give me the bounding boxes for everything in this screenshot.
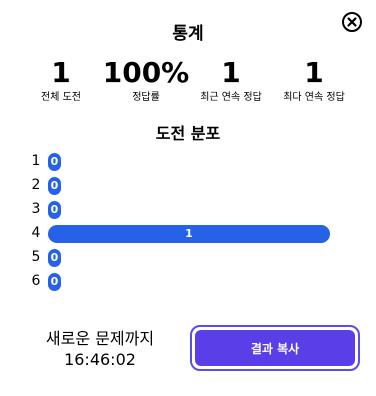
stat-value: 1 bbox=[221, 56, 241, 89]
stats-summary: 1 전체 도전 100% 정답률 1 최근 연속 정답 1 최다 연속 정답 bbox=[0, 57, 376, 117]
stat-current-streak: 1 최근 연속 정답 bbox=[186, 57, 276, 105]
distribution-row-label: 3 bbox=[31, 201, 41, 217]
distribution-bar: 0 bbox=[48, 153, 61, 171]
modal-title: 통계 bbox=[172, 24, 204, 44]
close-button[interactable] bbox=[341, 11, 363, 33]
distribution-row-label: 5 bbox=[31, 249, 41, 265]
distribution-row: 20 bbox=[0, 175, 376, 195]
stat-value: 1 bbox=[304, 56, 324, 89]
distribution-bar: 0 bbox=[48, 201, 61, 219]
stat-label: 정답률 bbox=[132, 92, 160, 103]
stat-label: 최다 연속 정답 bbox=[283, 92, 345, 103]
stat-win-rate: 100% 정답률 bbox=[101, 57, 191, 105]
stat-label: 전체 도전 bbox=[41, 92, 81, 103]
statistics-modal: 통계 1 전체 도전 100% 정답률 1 최근 연속 정답 1 최다 연속 정… bbox=[0, 0, 376, 396]
distribution-row-label: 6 bbox=[31, 273, 41, 289]
stat-max-streak: 1 최다 연속 정답 bbox=[269, 57, 359, 105]
distribution-row-label: 4 bbox=[31, 225, 41, 241]
next-puzzle-label: 새로운 문제까지 bbox=[45, 329, 155, 348]
close-icon bbox=[342, 12, 362, 32]
copy-result-button[interactable]: 결과 복사 bbox=[195, 330, 355, 366]
share-button-frame: 결과 복사 bbox=[190, 325, 360, 371]
stat-played: 1 전체 도전 bbox=[16, 57, 106, 105]
stat-label: 최근 연속 정답 bbox=[200, 92, 262, 103]
distribution-row-label: 2 bbox=[31, 177, 41, 193]
distribution-row: 50 bbox=[0, 247, 376, 267]
distribution-row-label: 1 bbox=[31, 153, 41, 169]
countdown-timer: 16:46:02 bbox=[64, 350, 136, 369]
stat-value: 1 bbox=[51, 56, 71, 89]
stat-value: 100% bbox=[102, 56, 190, 89]
distribution-row: 30 bbox=[0, 199, 376, 219]
distribution-bar: 0 bbox=[48, 273, 61, 291]
distribution-row: 60 bbox=[0, 271, 376, 291]
distribution-row: 10 bbox=[0, 151, 376, 171]
distribution-bar: 0 bbox=[48, 249, 61, 267]
distribution-bar: 0 bbox=[48, 177, 61, 195]
distribution-bar: 1 bbox=[48, 225, 330, 243]
distribution-title: 도전 분포 bbox=[155, 124, 221, 143]
distribution-row: 41 bbox=[0, 223, 376, 243]
